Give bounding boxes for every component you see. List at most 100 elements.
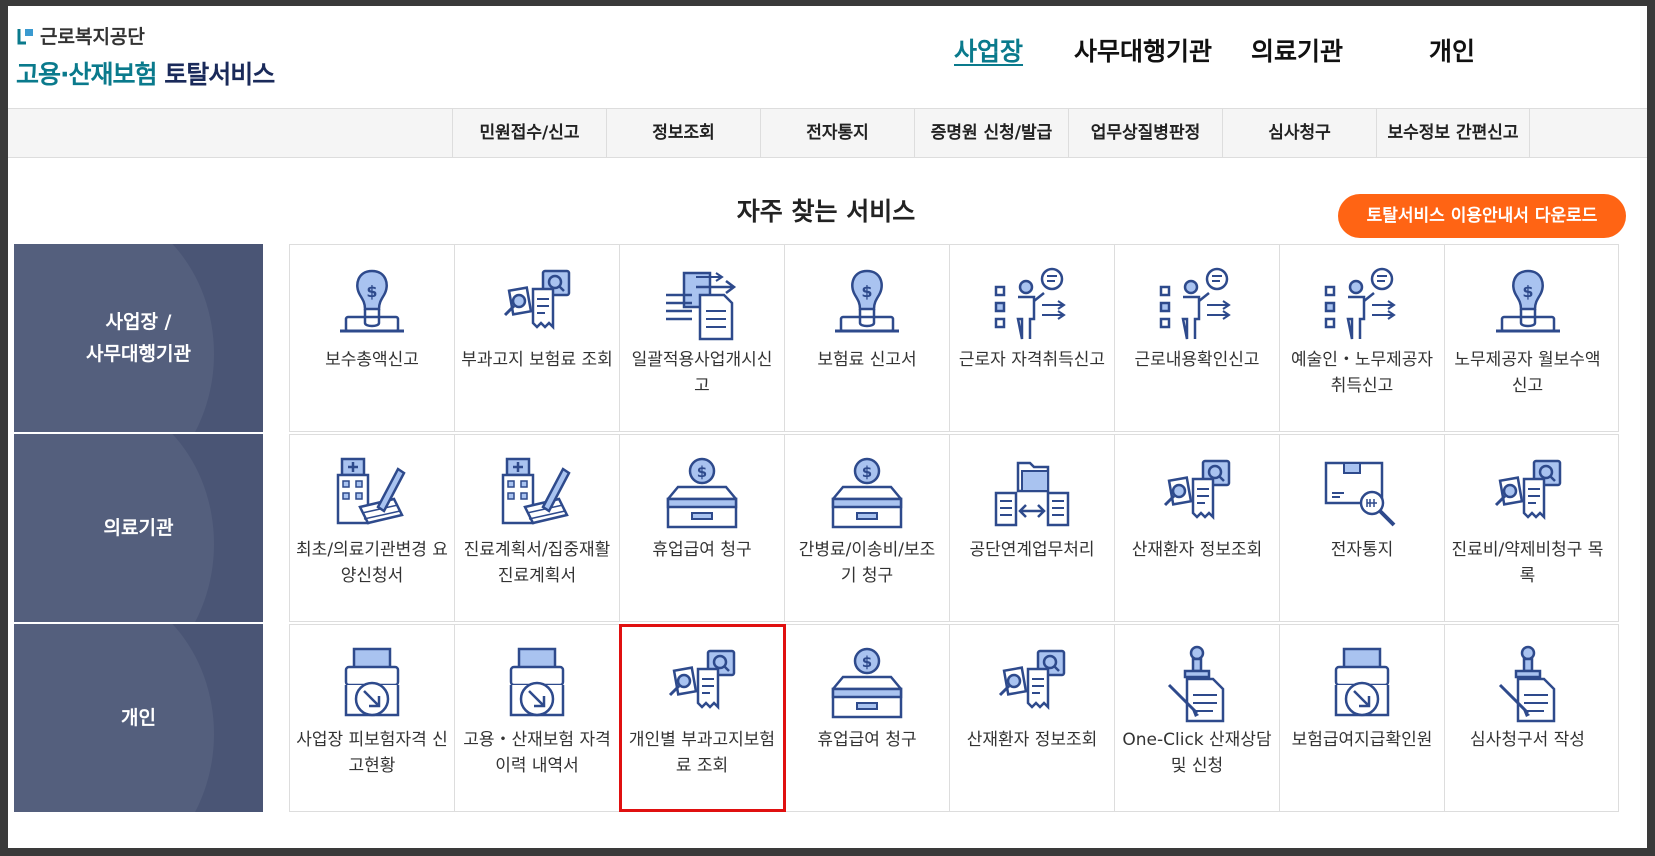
service-tile-label: 보수총액신고 (325, 350, 419, 370)
svg-text:$: $ (862, 653, 872, 671)
service-tile-label: 공단연계업무처리 (969, 540, 1095, 560)
svg-text:$: $ (697, 463, 707, 481)
stamp-document-icon (1488, 645, 1568, 725)
service-tile[interactable]: 근로내용확인신고 (1115, 245, 1280, 431)
svg-text:$: $ (861, 282, 872, 301)
row-label-0: 사업장 / 사무대행기관 (14, 244, 263, 432)
folder-exchange-icon (992, 455, 1072, 535)
svg-text:$: $ (1522, 282, 1533, 301)
row-label-2: 개인 (14, 624, 263, 812)
logo-mark-icon (17, 28, 33, 44)
subnav-info[interactable]: 정보조회 (606, 109, 760, 157)
service-tile-label: 진료계획서/집중재활진료계획서 (463, 540, 611, 587)
service-tile-label: 진료비/약제비청구 목록 (1451, 540, 1604, 587)
download-guide-button[interactable]: 토탈서비스 이용안내서 다운로드 (1338, 194, 1626, 238)
service-tile[interactable]: 사업장 피보험자격 신고현황 (290, 625, 455, 811)
subnav-salary[interactable]: 보수정보 간편신고 (1376, 109, 1530, 157)
service-tile[interactable]: $ 휴업급여 청구 (785, 625, 950, 811)
service-tile[interactable]: $ 간병료/이송비/보조기 청구 (785, 435, 950, 621)
service-tile[interactable]: 공단연계업무처리 (950, 435, 1115, 621)
document-arrows-icon (662, 265, 742, 345)
service-tile-label: 전자통지 (1330, 540, 1394, 560)
service-tile[interactable]: 진료계획서/집중재활진료계획서 (455, 435, 620, 621)
document-search-icon (497, 265, 577, 345)
service-tile-label: 부과고지 보험료 조회 (461, 350, 613, 370)
service-tile[interactable]: 심사청구서 작성 (1445, 625, 1610, 811)
service-tile[interactable]: 고용・산재보험 자격 이력 내역서 (455, 625, 620, 811)
site-logo[interactable]: 근로복지공단 고용·산재보험 토탈서비스 (16, 22, 275, 91)
service-tile[interactable]: 개인별 부과고지보험료 조회 (619, 624, 786, 812)
person-checklist-icon (992, 265, 1072, 345)
row-label-text: 개인 (121, 706, 156, 729)
service-tile[interactable]: 보험급여지급확인원 (1280, 625, 1445, 811)
service-tile[interactable]: 최초/의료기관변경 요양신청서 (290, 435, 455, 621)
service-tile-label: 산재환자 정보조회 (966, 730, 1098, 750)
box-search-icon (1322, 455, 1402, 535)
service-tile-label: 근로자 자격취득신고 (958, 350, 1106, 370)
service-tile[interactable]: 일괄적용사업개시신고 (620, 245, 785, 431)
hospital-pen-icon (497, 455, 577, 535)
service-tile[interactable]: One-Click 산재상담 및 신청 (1115, 625, 1280, 811)
service-tile-label: 간병료/이송비/보조기 청구 (798, 540, 936, 587)
document-search-icon (992, 645, 1072, 725)
service-tile-label: 노무제공자 월보수액 신고 (1454, 350, 1601, 397)
stamp-document-icon (1157, 645, 1237, 725)
service-tile[interactable]: $ 휴업급여 청구 (620, 435, 785, 621)
row-label-text: 의료기관 (103, 516, 174, 539)
service-tile[interactable]: 진료비/약제비청구 목록 (1445, 435, 1610, 621)
document-search-icon (1157, 455, 1237, 535)
service-tile[interactable]: 부과고지 보험료 조회 (455, 245, 620, 431)
service-grid-row-0: $ 보수총액신고 부과고지 보험료 조회 일괄적용사업개시신고 $ 보험료 신고서 근로자 … (289, 244, 1619, 432)
service-tile-label: 고용・산재보험 자격 이력 내역서 (463, 730, 611, 777)
document-search-icon (662, 645, 742, 725)
app-frame: 근로복지공단 고용·산재보험 토탈서비스 사업장 사무대행기관 의료기관 개인 … (8, 6, 1647, 848)
subnav-review[interactable]: 심사청구 (1222, 109, 1376, 157)
service-tile-label: 보험료 신고서 (817, 350, 917, 370)
service-tile-label: 근로내용확인신고 (1134, 350, 1260, 370)
document-search-icon (1488, 455, 1568, 535)
logo-org-text: 근로복지공단 (40, 26, 145, 48)
printer-arrow-icon (1322, 645, 1402, 725)
row-label-1: 의료기관 (14, 434, 263, 622)
subnav-disease[interactable]: 업무상질병판정 (1068, 109, 1222, 157)
topnav-business[interactable]: 사업장 (954, 32, 1023, 68)
person-checklist-icon (1322, 265, 1402, 345)
service-grid-row-2: 사업장 피보험자격 신고현황 고용・산재보험 자격 이력 내역서 개인별 부과고지보… (289, 624, 1619, 812)
subnav-civil[interactable]: 민원접수/신고 (452, 109, 606, 157)
service-grid-row-1: 최초/의료기관변경 요양신청서 진료계획서/집중재활진료계획서 $ 휴업급여 청구 $ 간… (289, 434, 1619, 622)
subnav-certificate[interactable]: 증명원 신청/발급 (914, 109, 1068, 157)
money-box-icon: $ (827, 645, 907, 725)
row-label-decoration (14, 624, 214, 812)
sub-navigation: 민원접수/신고 정보조회 전자통지 증명원 신청/발급 업무상질병판정 심사청구… (8, 108, 1647, 158)
topnav-agency[interactable]: 사무대행기관 (1074, 32, 1212, 68)
topnav-personal[interactable]: 개인 (1429, 32, 1475, 68)
person-checklist-icon (1157, 265, 1237, 345)
subnav-notice[interactable]: 전자통지 (760, 109, 914, 157)
service-tile[interactable]: 근로자 자격취득신고 (950, 245, 1115, 431)
service-tile-label: 사업장 피보험자격 신고현황 (296, 730, 448, 777)
row-label-text: 사업장 / 사무대행기관 (86, 310, 191, 365)
service-tile-label: 예술인・노무제공자 취득신고 (1290, 350, 1434, 397)
service-tile-label: 산재환자 정보조회 (1131, 540, 1263, 560)
printer-arrow-icon (332, 645, 412, 725)
service-tile-label: 개인별 부과고지보험료 조회 (628, 730, 776, 777)
logo-rest-text: 토탈서비스 (156, 60, 275, 89)
service-tile-label: One-Click 산재상담 및 신청 (1122, 730, 1272, 777)
logo-accent-text: 고용·산재보험 (16, 60, 157, 89)
service-tile[interactable]: 산재환자 정보조회 (1115, 435, 1280, 621)
service-tile[interactable]: 전자통지 (1280, 435, 1445, 621)
service-tile[interactable]: $ 보험료 신고서 (785, 245, 950, 431)
service-tile-label: 일괄적용사업개시신고 (631, 350, 773, 397)
topnav-medical[interactable]: 의료기관 (1251, 32, 1343, 68)
service-tile[interactable]: 산재환자 정보조회 (950, 625, 1115, 811)
money-box-icon: $ (662, 455, 742, 535)
printer-arrow-icon (497, 645, 577, 725)
svg-text:$: $ (366, 282, 377, 301)
service-tile[interactable]: 예술인・노무제공자 취득신고 (1280, 245, 1445, 431)
money-bulb-icon: $ (332, 265, 412, 345)
service-tile-label: 휴업급여 청구 (817, 730, 917, 750)
service-tile[interactable]: $ 노무제공자 월보수액 신고 (1445, 245, 1610, 431)
service-tile-label: 최초/의료기관변경 요양신청서 (296, 540, 448, 587)
money-bulb-icon: $ (827, 265, 907, 345)
service-tile[interactable]: $ 보수총액신고 (290, 245, 455, 431)
